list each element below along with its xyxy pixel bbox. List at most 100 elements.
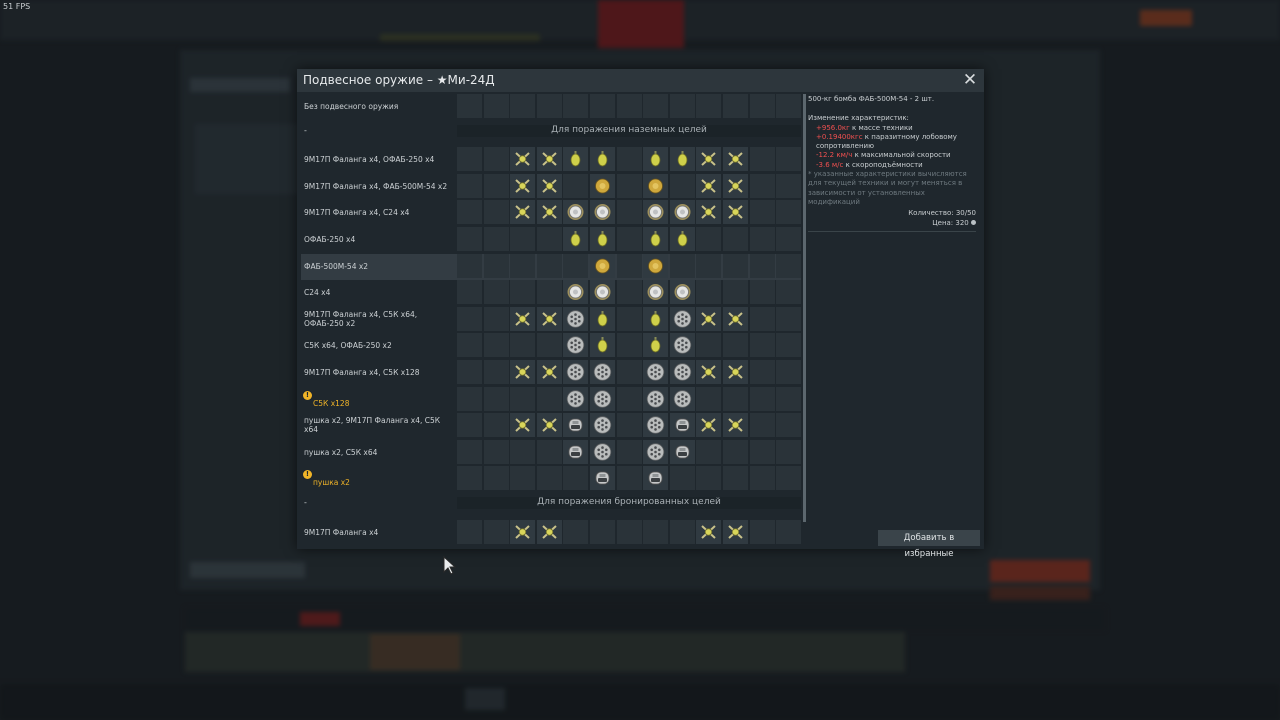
preset-row[interactable]: ! пушка x2 xyxy=(301,466,801,492)
preset-label: ФАБ-500М-54 x2 xyxy=(304,262,369,271)
guided-missile-icon xyxy=(726,310,745,328)
preset-row[interactable]: 9М17П Фаланга x4, ОФАБ-250 x4 xyxy=(301,147,801,173)
rocket-pod-icon xyxy=(646,443,665,461)
section-row: - Для поражения бронированных целей xyxy=(301,493,801,519)
guided-missile-icon xyxy=(699,523,718,541)
pylon-slot xyxy=(457,520,482,544)
guided-missile-icon xyxy=(726,416,745,434)
section-header: Для поражения бронированных целей xyxy=(457,497,801,509)
quantity-label: Количество: 30/50 xyxy=(908,209,976,218)
pylon-slot xyxy=(723,174,748,198)
guided-missile-icon xyxy=(513,203,532,221)
warning-icon: ! xyxy=(303,391,312,400)
preset-row[interactable]: 9М17П Фаланга x4, С24 x4 xyxy=(301,200,801,226)
pylon-slot xyxy=(563,227,588,251)
pylon-slot xyxy=(510,520,535,544)
pylon-slot xyxy=(617,147,642,171)
small-bomb-icon xyxy=(593,230,612,248)
close-icon[interactable]: ✕ xyxy=(960,70,980,90)
pylon-slot xyxy=(750,254,775,278)
small-bomb-icon xyxy=(593,336,612,354)
pylon-slot xyxy=(776,147,801,171)
pylon-slot xyxy=(457,94,482,118)
preset-row[interactable]: 9М17П Фаланга x4, С5К x64, ОФАБ-250 x2 xyxy=(301,307,801,333)
pylon-slot xyxy=(696,307,721,331)
pylon-slot xyxy=(670,280,695,304)
pylon-slot xyxy=(510,387,535,411)
pylon-slot xyxy=(537,254,562,278)
pylon-slot xyxy=(750,307,775,331)
pylon-slot xyxy=(537,280,562,304)
preset-row[interactable]: пушка x2, 9М17П Фаланга x4, С5К x64 xyxy=(301,413,801,439)
preset-row[interactable]: С5К x64, ОФАБ-250 x2 xyxy=(301,333,801,359)
info-note: * указанные характеристики вычисляются д… xyxy=(808,170,967,206)
pylon-slot xyxy=(643,94,668,118)
preset-row[interactable]: С24 x4 xyxy=(301,280,801,306)
guided-missile-icon xyxy=(540,150,559,168)
rocket-pod-icon xyxy=(646,390,665,408)
fps-counter: 51 FPS xyxy=(3,2,31,11)
pylon-slot xyxy=(590,254,615,278)
preset-row[interactable]: пушка x2, С5К x64 xyxy=(301,440,801,466)
pylon-slot xyxy=(510,227,535,251)
preset-label: Без подвесного оружия xyxy=(304,102,399,111)
guided-missile-icon xyxy=(726,177,745,195)
large-bomb-icon xyxy=(646,177,665,195)
pylon-slot xyxy=(484,200,509,224)
pylon-slot xyxy=(590,307,615,331)
stat-change-value: -3.6 м/с xyxy=(816,160,844,169)
preset-row[interactable]: Без подвесного оружия xyxy=(301,94,801,120)
preset-row[interactable]: ! С5К x128 xyxy=(301,387,801,413)
pylon-slot xyxy=(670,520,695,544)
pylon-slot xyxy=(617,227,642,251)
pylon-slot xyxy=(670,94,695,118)
guided-missile-icon xyxy=(699,150,718,168)
guided-missile-icon xyxy=(540,523,559,541)
rocket-pod-icon xyxy=(566,363,585,381)
preset-row[interactable]: 9М17П Фаланга x4 xyxy=(301,520,801,546)
pylon-slot xyxy=(617,360,642,384)
pylon-slot xyxy=(643,174,668,198)
pylon-slot xyxy=(670,254,695,278)
rocket-pod-icon xyxy=(646,363,665,381)
pylon-slot xyxy=(643,333,668,357)
pylon-slot xyxy=(670,227,695,251)
large-bomb-icon xyxy=(646,257,665,275)
pylon-slot xyxy=(484,520,509,544)
pylon-slot xyxy=(750,280,775,304)
pylon-slot xyxy=(457,466,482,490)
rocket-pod-icon xyxy=(646,416,665,434)
add-to-favorites-button[interactable]: Добавить в избранные xyxy=(878,530,980,559)
small-bomb-icon xyxy=(646,336,665,354)
pylon-slot xyxy=(510,94,535,118)
preset-row[interactable]: ОФАБ-250 x4 xyxy=(301,227,801,253)
preset-label: ОФАБ-250 x4 xyxy=(304,235,356,244)
gun-pod-icon xyxy=(673,416,692,434)
rocket-pod-icon xyxy=(593,363,612,381)
pylon-slot xyxy=(617,307,642,331)
pylon-slot xyxy=(590,333,615,357)
pylon-slot xyxy=(723,307,748,331)
rocket-pod-icon xyxy=(673,390,692,408)
pylon-slot xyxy=(457,147,482,171)
pylon-slot xyxy=(723,147,748,171)
pylon-slot xyxy=(563,174,588,198)
pylon-slot xyxy=(776,94,801,118)
preset-row[interactable]: ФАБ-500М-54 x2 xyxy=(301,254,801,280)
pylon-slot xyxy=(484,333,509,357)
pylon-slot xyxy=(723,254,748,278)
pylon-slot xyxy=(617,200,642,224)
pylon-slot xyxy=(510,360,535,384)
preset-row[interactable]: 9М17П Фаланга x4, С5К x128 xyxy=(301,360,801,386)
pylon-slot xyxy=(723,200,748,224)
pylon-slot xyxy=(537,94,562,118)
stat-change-value: -12.2 км/ч xyxy=(816,151,853,160)
stat-change: +0.19400кгс к паразитному лобовому сопро… xyxy=(808,133,976,152)
pylon-slot xyxy=(590,466,615,490)
guided-missile-icon xyxy=(540,177,559,195)
rocket-pod-icon xyxy=(566,336,585,354)
scrollbar[interactable] xyxy=(803,94,806,522)
pylon-slot xyxy=(563,466,588,490)
preset-row[interactable]: 9М17П Фаланга x4, ФАБ-500М-54 x2 xyxy=(301,174,801,200)
pylon-slot xyxy=(670,333,695,357)
